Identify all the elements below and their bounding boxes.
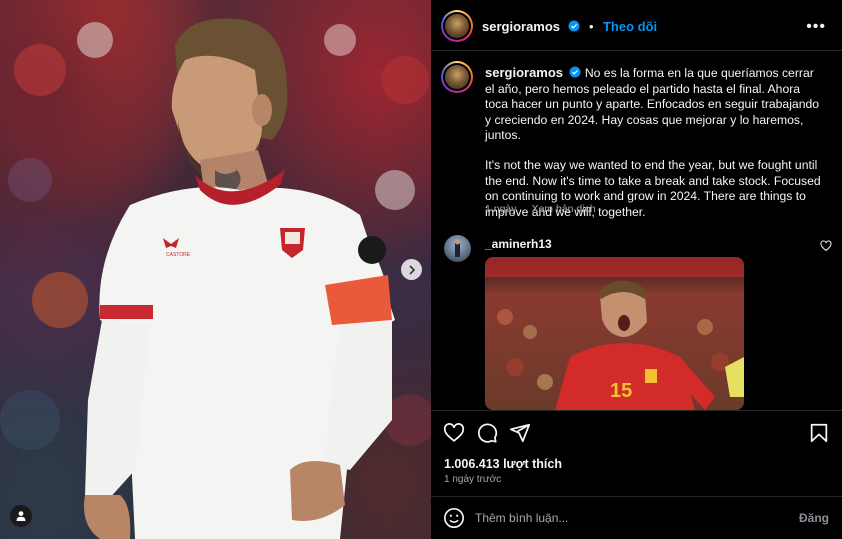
- caption-username[interactable]: sergioramos: [485, 65, 563, 80]
- bookmark-icon[interactable]: [808, 422, 830, 444]
- share-icon[interactable]: [509, 422, 531, 444]
- gif-jersey-number: 15: [610, 380, 632, 402]
- post-photo: CASTORE: [0, 18, 431, 539]
- see-translation-link[interactable]: Xem bản dịch: [531, 203, 595, 215]
- heart-icon[interactable]: [443, 422, 465, 444]
- comment-icon[interactable]: [476, 422, 498, 444]
- follow-button[interactable]: Theo dõi: [603, 19, 657, 34]
- carousel-next-button[interactable]: [401, 259, 422, 280]
- emoji-icon[interactable]: [443, 507, 465, 529]
- person-icon: [16, 511, 26, 521]
- post-media[interactable]: CASTORE: [0, 0, 431, 539]
- more-options-icon[interactable]: •••: [806, 18, 826, 36]
- caption-author-avatar[interactable]: [441, 61, 473, 93]
- header-author-line: sergioramos • Theo dõi: [482, 18, 657, 36]
- caption-meta: 1 ngày Xem bản dịch: [485, 203, 608, 215]
- chevron-right-icon: [408, 264, 415, 275]
- caption-age: 1 ngày: [485, 203, 517, 215]
- verified-badge-icon: [569, 66, 581, 78]
- sponsor-logo-text: CASTORE: [166, 252, 191, 258]
- action-bar: [431, 410, 842, 454]
- likes-count[interactable]: 1.006.413 lượt thích: [444, 457, 562, 471]
- commenter-avatar[interactable]: [444, 235, 471, 262]
- comment-input[interactable]: [475, 507, 775, 529]
- comments-section[interactable]: sergioramos No es la forma en la que que…: [431, 52, 842, 410]
- gif-image: 15: [485, 257, 744, 410]
- post-detail-panel: sergioramos • Theo dõi ••• sergioramos N…: [431, 0, 842, 539]
- comment-like-heart-icon[interactable]: [820, 240, 832, 252]
- author-avatar[interactable]: [441, 10, 473, 42]
- separator-dot: •: [588, 19, 594, 34]
- author-username[interactable]: sergioramos: [482, 19, 560, 34]
- comment-gif[interactable]: 15: [485, 257, 744, 410]
- post-header: sergioramos • Theo dõi •••: [431, 0, 842, 51]
- post-timestamp[interactable]: 1 ngày trước: [444, 474, 501, 485]
- commenter-username[interactable]: _aminerh13: [485, 237, 552, 251]
- add-comment-bar: Đăng: [431, 496, 842, 539]
- post-comment-button[interactable]: Đăng: [799, 511, 829, 525]
- tagged-users-button[interactable]: [10, 505, 32, 527]
- verified-badge-icon: [568, 20, 579, 32]
